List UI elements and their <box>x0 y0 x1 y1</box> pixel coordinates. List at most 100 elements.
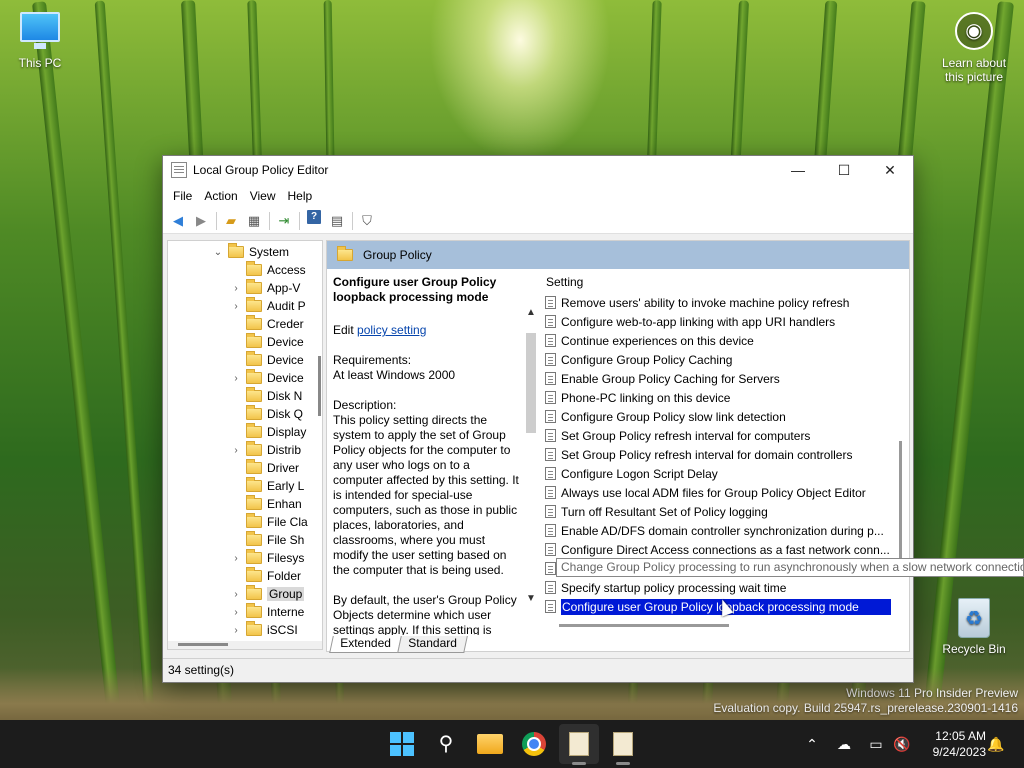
chevron-right-icon[interactable]: › <box>230 553 242 564</box>
tree-item[interactable]: Access <box>230 261 306 279</box>
windows-logo-icon <box>390 732 414 756</box>
watermark-build: Evaluation copy. Build 25947.rs_prerelea… <box>713 701 1018 715</box>
chevron-right-icon[interactable]: › <box>230 373 242 384</box>
desktop-icon-this-pc[interactable]: This PC <box>0 12 80 70</box>
list-vertical-scrollbar[interactable] <box>899 441 902 561</box>
tree-item[interactable]: › iSCSI <box>230 621 298 639</box>
chevron-right-icon[interactable]: › <box>230 301 242 312</box>
setting-row[interactable]: Configure Logon Script Delay <box>540 464 909 483</box>
tree-item[interactable]: › Filesys <box>230 549 304 567</box>
forward-arrow-icon[interactable]: ▶ <box>190 210 212 232</box>
tree-item[interactable]: Disk Q <box>230 405 303 423</box>
properties-icon[interactable]: ▤ <box>326 210 348 232</box>
setting-row[interactable]: Set Group Policy refresh interval for do… <box>540 445 909 464</box>
menu-view[interactable]: View <box>244 184 282 208</box>
setting-row[interactable]: Turn off Resultant Set of Policy logging <box>540 502 909 521</box>
policy-setting-link[interactable]: policy setting <box>357 323 426 337</box>
console-tree[interactable]: ⌄ System Access › App-V › Audit P Creder Device D… <box>167 240 323 650</box>
network-icon[interactable]: ▭ <box>866 720 886 768</box>
maximize-button[interactable]: ☐ <box>821 156 867 184</box>
tree-vertical-scrollbar[interactable] <box>318 356 321 416</box>
tree-item[interactable]: Creder <box>230 315 304 333</box>
clock[interactable]: 12:05 AM 9/24/2023 <box>933 728 986 760</box>
menu-action[interactable]: Action <box>198 184 243 208</box>
setting-row[interactable]: Enable AD/DFS domain controller synchron… <box>540 521 909 540</box>
setting-row[interactable]: Phone-PC linking on this device <box>540 388 909 407</box>
setting-row[interactable]: Specify startup policy processing wait t… <box>540 578 909 597</box>
recycle-bin-icon: ♻ <box>958 598 990 638</box>
tree-item[interactable]: Driver <box>230 459 299 477</box>
setting-row[interactable]: Remove users' ability to invoke machine … <box>540 293 909 312</box>
policy-setting-icon <box>545 334 556 347</box>
setting-row[interactable]: Configure Direct Access connections as a… <box>540 540 909 559</box>
chrome-button[interactable] <box>520 730 548 758</box>
setting-name: Always use local ADM files for Group Pol… <box>561 485 866 500</box>
tree-item[interactable]: Folder <box>230 567 301 585</box>
chevron-right-icon[interactable]: › <box>230 283 242 294</box>
menu-file[interactable]: File <box>167 184 198 208</box>
show-hide-tree-icon[interactable]: ▦ <box>243 210 265 232</box>
chevron-right-icon[interactable]: › <box>230 625 242 636</box>
chevron-right-icon[interactable]: › <box>230 607 242 618</box>
setting-row[interactable]: Continue experiences on this device <box>540 331 909 350</box>
onedrive-icon[interactable]: ☁ <box>834 720 854 768</box>
tree-item-label: Device <box>267 353 304 367</box>
description-scrollbar[interactable]: ▲ ▼ <box>524 307 538 607</box>
desktop-icon-learn-about-picture[interactable]: ◉ Learn about this picture <box>934 12 1014 84</box>
chevron-right-icon[interactable]: › <box>230 589 242 600</box>
notification-bell-icon[interactable]: 🔔 <box>986 720 1006 768</box>
tree-item[interactable]: Display <box>230 423 306 441</box>
tree-item[interactable]: Device <box>230 351 304 369</box>
tree-item[interactable]: File Cla <box>230 513 308 531</box>
column-header-setting[interactable]: Setting <box>540 271 909 293</box>
up-folder-icon[interactable]: ▰ <box>220 210 242 232</box>
policy-setting-icon <box>545 391 556 404</box>
chevron-down-icon[interactable]: ⌄ <box>212 247 224 258</box>
menu-help[interactable]: Help <box>282 184 319 208</box>
scroll-down-icon[interactable]: ▼ <box>524 593 538 607</box>
list-horizontal-scrollbar[interactable] <box>559 624 729 627</box>
chevron-right-icon[interactable]: › <box>230 445 242 456</box>
start-button[interactable] <box>388 730 416 758</box>
chevron-up-icon[interactable]: ⌃ <box>802 720 822 768</box>
folder-icon <box>228 243 244 258</box>
setting-row[interactable]: Configure Group Policy slow link detecti… <box>540 407 909 426</box>
tree-item[interactable]: › Audit P <box>230 297 306 315</box>
back-arrow-icon[interactable]: ◀ <box>167 210 189 232</box>
tree-item[interactable]: › Device <box>230 369 304 387</box>
tree-item[interactable]: › Interne <box>230 603 304 621</box>
menu-bar: File Action View Help <box>163 184 913 208</box>
setting-row[interactable]: Set Group Policy refresh interval for co… <box>540 426 909 445</box>
notepad-taskbar-button[interactable] <box>609 730 637 758</box>
export-list-icon[interactable]: ⇥ <box>273 210 295 232</box>
tree-item-label: Early L <box>267 479 305 493</box>
tree-item[interactable]: › Distrib <box>230 441 301 459</box>
tree-item[interactable]: File Sh <box>230 531 304 549</box>
volume-muted-icon[interactable]: 🔇 <box>892 720 912 768</box>
tab-standard[interactable]: Standard <box>396 636 468 653</box>
tree-item[interactable]: Device <box>230 333 304 351</box>
minimize-button[interactable]: — <box>775 156 821 184</box>
tree-item[interactable]: Early L <box>230 477 304 495</box>
file-explorer-button[interactable] <box>476 730 504 758</box>
tree-item[interactable]: Enhan <box>230 495 302 513</box>
tree-item[interactable]: Disk N <box>230 387 302 405</box>
title-bar[interactable]: Local Group Policy Editor — ☐ ✕ <box>163 156 913 184</box>
filter-icon[interactable]: ⛉ <box>356 210 378 232</box>
group-policy-taskbar-button[interactable] <box>565 730 593 758</box>
tree-horizontal-scrollbar[interactable] <box>168 641 322 649</box>
scroll-thumb[interactable] <box>526 333 536 433</box>
tab-extended[interactable]: Extended <box>329 636 402 653</box>
desktop-icon-recycle-bin[interactable]: ♻ Recycle Bin <box>934 598 1014 656</box>
setting-row[interactable]: Configure Group Policy Caching <box>540 350 909 369</box>
setting-row[interactable]: Configure web-to-app linking with app UR… <box>540 312 909 331</box>
tree-item[interactable]: › Group <box>230 585 305 603</box>
setting-row[interactable]: Always use local ADM files for Group Pol… <box>540 483 909 502</box>
tree-item-system[interactable]: ⌄ System <box>212 243 289 261</box>
help-button[interactable]: ? <box>303 209 325 232</box>
search-icon[interactable]: ⚲ <box>432 730 460 758</box>
setting-row[interactable]: Enable Group Policy Caching for Servers <box>540 369 909 388</box>
scroll-up-icon[interactable]: ▲ <box>524 307 538 321</box>
tree-item[interactable]: › App-V <box>230 279 300 297</box>
close-button[interactable]: ✕ <box>867 156 913 184</box>
